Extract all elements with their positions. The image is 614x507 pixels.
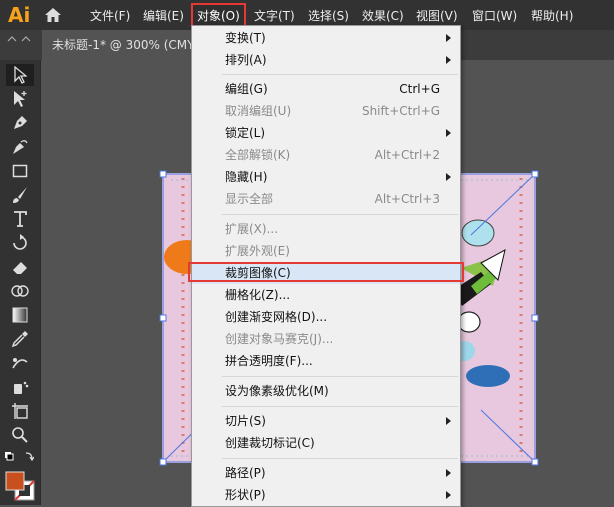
gradient-tool-icon[interactable]	[6, 304, 34, 326]
document-tab[interactable]: 未标题-1* @ 300% (CMYK/GPU	[42, 30, 194, 60]
submenu-arrow-icon	[446, 469, 451, 477]
menu-item-expand-appearance[interactable]: 扩展外观(E)	[192, 240, 460, 262]
menu-item-create-trim-marks[interactable]: 创建裁切标记(C)	[192, 432, 460, 454]
submenu-arrow-icon	[446, 417, 451, 425]
zoom-tool-icon[interactable]	[6, 424, 34, 446]
submenu-arrow-icon	[446, 129, 451, 137]
panel-collapse-icon[interactable]	[6, 36, 34, 42]
menu-item-transform[interactable]: 变换(T)	[192, 27, 460, 49]
menu-window[interactable]: 窗口(W)	[472, 7, 517, 24]
direct-selection-tool-icon[interactable]	[6, 88, 34, 110]
menu-separator	[222, 214, 458, 215]
menu-separator	[222, 458, 458, 459]
blend-tool-icon[interactable]	[6, 352, 34, 374]
default-colors-icon[interactable]	[4, 450, 34, 466]
menu-item-create-gradient-mesh[interactable]: 创建渐变网格(D)...	[192, 306, 460, 328]
menu-item-arrange[interactable]: 排列(A)	[192, 49, 460, 71]
menu-item-expand[interactable]: 扩展(X)...	[192, 218, 460, 240]
eyedropper-tool-icon[interactable]	[6, 328, 34, 350]
curvature-tool-icon[interactable]	[6, 136, 34, 158]
menu-item-hide[interactable]: 隐藏(H)	[192, 166, 460, 188]
eraser-tool-icon[interactable]	[6, 256, 34, 278]
menu-item-show-all[interactable]: 显示全部 Alt+Ctrl+3	[192, 188, 460, 210]
shape-builder-tool-icon[interactable]	[6, 280, 34, 302]
crop-image-highlight-box	[188, 262, 464, 282]
menu-edit[interactable]: 编辑(E)	[143, 7, 184, 24]
menu-item-path[interactable]: 路径(P)	[192, 462, 460, 484]
menu-separator	[222, 74, 458, 75]
rotate-tool-icon[interactable]	[6, 232, 34, 254]
menu-help[interactable]: 帮助(H)	[531, 7, 573, 24]
menu-effect[interactable]: 效果(C)	[362, 7, 404, 24]
menu-type[interactable]: 文字(T)	[254, 7, 295, 24]
type-tool-icon[interactable]	[6, 208, 34, 230]
fill-stroke-swatch[interactable]	[4, 470, 36, 502]
submenu-arrow-icon	[446, 56, 451, 64]
home-icon[interactable]	[44, 7, 62, 26]
menu-item-make-pixel-perfect[interactable]: 设为像素级优化(M)	[192, 380, 460, 402]
menu-separator	[222, 376, 458, 377]
app-logo: Ai	[8, 3, 31, 27]
symbol-sprayer-tool-icon[interactable]	[6, 376, 34, 398]
paintbrush-tool-icon[interactable]	[6, 184, 34, 206]
menu-item-rasterize[interactable]: 栅格化(Z)...	[192, 284, 460, 306]
tools-panel	[0, 60, 41, 505]
menu-item-flatten-transparency[interactable]: 拼合透明度(F)...	[192, 350, 460, 372]
menu-item-slice[interactable]: 切片(S)	[192, 410, 460, 432]
submenu-arrow-icon	[446, 173, 451, 181]
menu-item-shape[interactable]: 形状(P)	[192, 484, 460, 506]
menu-item-group[interactable]: 编组(G) Ctrl+G	[192, 78, 460, 100]
menu-select[interactable]: 选择(S)	[308, 7, 349, 24]
submenu-arrow-icon	[446, 491, 451, 499]
artboard-tool-icon[interactable]	[6, 400, 34, 422]
rectangle-tool-icon[interactable]	[6, 160, 34, 182]
menu-item-lock[interactable]: 锁定(L)	[192, 122, 460, 144]
submenu-arrow-icon	[446, 34, 451, 42]
menu-item-create-object-mosaic[interactable]: 创建对象马赛克(J)...	[192, 328, 460, 350]
menu-item-ungroup[interactable]: 取消编组(U) Shift+Ctrl+G	[192, 100, 460, 122]
menu-item-unlock-all[interactable]: 全部解锁(K) Alt+Ctrl+2	[192, 144, 460, 166]
menu-separator	[222, 406, 458, 407]
pen-tool-icon[interactable]	[6, 112, 34, 134]
selection-tool-icon[interactable]	[6, 64, 34, 86]
menu-file[interactable]: 文件(F)	[90, 7, 130, 24]
menu-view[interactable]: 视图(V)	[416, 7, 458, 24]
